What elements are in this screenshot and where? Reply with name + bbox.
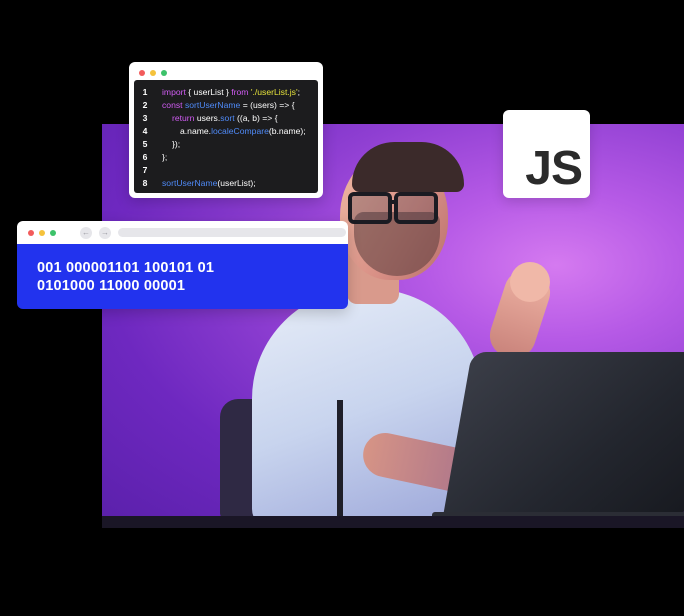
line-number: 4	[142, 126, 148, 136]
window-controls	[139, 70, 167, 76]
fist-shape	[510, 262, 550, 302]
laptop-screen	[442, 352, 684, 522]
line-number: 3	[142, 113, 148, 123]
code-token: users.	[194, 113, 221, 123]
code-token: return	[172, 113, 195, 123]
forward-arrow-icon[interactable]: →	[99, 227, 111, 239]
binary-browser-window: ← → 001 000001101 100101 01 0101000 1100…	[17, 221, 348, 309]
code-text: };	[156, 151, 167, 164]
code-token: from	[231, 87, 249, 97]
js-logo-badge: JS	[503, 110, 590, 198]
code-line: 7	[134, 164, 318, 177]
address-bar[interactable]	[118, 228, 346, 237]
hair-shape	[352, 142, 464, 192]
maximize-dot-icon[interactable]	[161, 70, 167, 76]
code-line: 3 return users.sort ((a, b) => {	[134, 112, 318, 125]
code-token: sortUserName	[162, 178, 218, 188]
back-arrow-icon[interactable]: ←	[80, 227, 92, 239]
code-line: 2 const sortUserName = (users) => {	[134, 99, 318, 112]
code-line: 4 a.name.localeCompare(b.name);	[134, 125, 318, 138]
line-number: 5	[142, 139, 148, 149]
code-line: 8 sortUserName(userList);	[134, 177, 318, 190]
code-text: sortUserName(userList);	[156, 177, 256, 190]
desk-edge	[102, 516, 684, 528]
code-token: localeCompare	[211, 126, 269, 136]
code-token: './userList.js'	[250, 87, 298, 97]
code-token: const	[162, 100, 183, 110]
minimize-dot-icon[interactable]	[39, 230, 45, 236]
glasses-right-lens	[394, 192, 438, 224]
binary-content: 001 000001101 100101 01 0101000 11000 00…	[17, 244, 348, 309]
code-token: sort	[220, 113, 235, 123]
code-token: = (users) => {	[240, 100, 295, 110]
code-token: (b.name);	[268, 126, 306, 136]
minimize-dot-icon[interactable]	[150, 70, 156, 76]
code-token: });	[172, 139, 181, 149]
code-line: 6};	[134, 151, 318, 164]
code-text: return users.sort ((a, b) => {	[156, 112, 278, 125]
code-text: const sortUserName = (users) => {	[156, 99, 295, 112]
code-text: });	[156, 138, 180, 151]
code-token: { userList }	[185, 87, 232, 97]
code-token: };	[162, 152, 168, 162]
lamp-stand	[337, 400, 343, 522]
line-number: 6	[142, 152, 148, 162]
js-logo-text: JS	[525, 142, 583, 195]
code-editor: 1 import { userList } from './userList.js…	[134, 80, 318, 193]
code-line: 5});	[134, 138, 318, 151]
binary-line-2: 0101000 11000 00001	[37, 278, 186, 294]
window-controls	[28, 230, 56, 236]
line-number: 7	[142, 165, 148, 175]
code-token: ;	[297, 87, 300, 97]
code-token: (userList);	[217, 178, 256, 188]
code-text: import { userList } from './userList.js'…	[156, 86, 300, 99]
maximize-dot-icon[interactable]	[50, 230, 56, 236]
code-token: a.name.	[180, 126, 212, 136]
code-line: 1 import { userList } from './userList.js…	[134, 86, 318, 99]
code-text: a.name.localeCompare(b.name);	[156, 125, 306, 138]
code-token: sortUserName	[184, 100, 241, 110]
line-number: 8	[142, 178, 148, 188]
browser-toolbar: ← →	[17, 221, 348, 244]
code-token: ((a, b) => {	[234, 113, 278, 123]
close-dot-icon[interactable]	[139, 70, 145, 76]
code-window: 1 import { userList } from './userList.js…	[129, 62, 323, 198]
line-number: 2	[142, 100, 148, 110]
glasses-left-lens	[348, 192, 392, 224]
code-token: import	[162, 87, 186, 97]
binary-line-1: 001 000001101 100101 01	[37, 260, 215, 276]
close-dot-icon[interactable]	[28, 230, 34, 236]
line-number: 1	[142, 87, 148, 97]
